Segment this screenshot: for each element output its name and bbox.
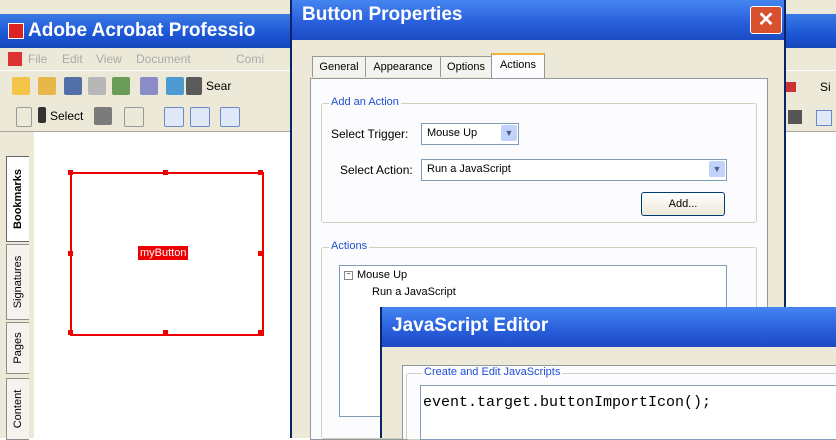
form-field-name-label: myButton xyxy=(138,246,189,260)
javascript-code-area[interactable]: event.target.buttonImportIcon(); xyxy=(420,385,836,440)
chevron-down-icon[interactable]: ▼ xyxy=(709,161,725,177)
print-icon[interactable] xyxy=(88,77,106,95)
dialog-title: Button Properties xyxy=(302,4,463,25)
editor-title: JavaScript Editor xyxy=(392,315,549,336)
menu-file[interactable]: File xyxy=(28,52,47,66)
tree-node-event-label: Mouse Up xyxy=(357,269,408,281)
sign-pen-icon[interactable] xyxy=(786,82,796,92)
fit-page-icon[interactable] xyxy=(190,107,210,127)
resize-handle-se[interactable] xyxy=(258,330,263,335)
actions-group-label: Actions xyxy=(329,240,370,252)
search-label[interactable]: Sear xyxy=(206,79,231,93)
search-binoculars-icon[interactable] xyxy=(186,77,202,95)
sign-label[interactable]: Si xyxy=(820,80,831,94)
email-icon[interactable] xyxy=(140,77,158,95)
resize-handle-n[interactable] xyxy=(163,170,168,175)
tab-options[interactable]: Options xyxy=(440,56,492,77)
trigger-select[interactable]: Mouse Up ▼ xyxy=(421,123,519,145)
create-pdf-icon[interactable] xyxy=(12,77,30,95)
tree-node-action[interactable]: Run a JavaScript xyxy=(372,286,456,298)
edit-javascripts-label: Create and Edit JavaScripts xyxy=(422,366,563,378)
action-select-value: Run a JavaScript xyxy=(427,163,511,175)
tab-bookmarks[interactable]: Bookmarks xyxy=(6,156,29,242)
javascript-editor-dialog: JavaScript Editor Create and Edit JavaSc… xyxy=(380,307,836,440)
trigger-select-value: Mouse Up xyxy=(427,127,478,139)
tree-node-event[interactable]: − Mouse Up xyxy=(344,269,407,281)
open-folder-icon[interactable] xyxy=(38,77,56,95)
menu-edit[interactable]: Edit xyxy=(62,52,83,66)
zoom-in-icon[interactable] xyxy=(124,107,144,127)
toolbar-overflow-right: Si xyxy=(780,70,836,132)
tab-content[interactable]: Content xyxy=(6,378,29,440)
tab-signatures[interactable]: Signatures xyxy=(6,244,29,320)
select-tool-icon[interactable] xyxy=(38,107,46,123)
add-action-group-label: Add an Action xyxy=(329,96,401,108)
javascript-code-text: event.target.buttonImportIcon(); xyxy=(423,394,712,411)
snapshot-icon[interactable] xyxy=(94,107,112,125)
menu-comments[interactable]: Comi xyxy=(236,52,264,66)
tab-appearance[interactable]: Appearance xyxy=(365,56,441,77)
hand-tool-icon[interactable] xyxy=(16,107,32,127)
select-action-label: Select Action: xyxy=(340,163,413,177)
resize-handle-nw[interactable] xyxy=(68,170,73,175)
fit-width-icon[interactable] xyxy=(220,107,240,127)
organizer-icon[interactable] xyxy=(112,77,130,95)
review-icon[interactable] xyxy=(166,77,184,95)
document-menu-icon[interactable] xyxy=(8,52,22,66)
menu-document[interactable]: Document xyxy=(136,52,191,66)
navigation-panel: Bookmarks Signatures Pages Content xyxy=(0,132,35,440)
collapse-icon[interactable]: − xyxy=(344,270,353,280)
menu-view[interactable]: View xyxy=(96,52,122,66)
field-tool-icon[interactable] xyxy=(816,110,832,126)
chevron-down-icon[interactable]: ▼ xyxy=(501,125,517,141)
resize-handle-sw[interactable] xyxy=(68,330,73,335)
tab-pages[interactable]: Pages xyxy=(6,322,29,374)
forms-tool-icon[interactable] xyxy=(788,110,802,124)
editor-title-bar: JavaScript Editor xyxy=(382,307,836,347)
dialog-title-bar: Button Properties ✕ xyxy=(292,0,784,40)
action-select[interactable]: Run a JavaScript ▼ xyxy=(421,159,727,181)
resize-handle-s[interactable] xyxy=(163,330,168,335)
close-icon[interactable]: ✕ xyxy=(750,6,782,34)
resize-handle-e[interactable] xyxy=(258,251,263,256)
app-title: Adobe Acrobat Professio xyxy=(28,20,256,41)
tab-general[interactable]: General xyxy=(312,56,366,77)
resize-handle-w[interactable] xyxy=(68,251,73,256)
add-button[interactable]: Add... xyxy=(641,192,725,216)
actual-size-icon[interactable] xyxy=(164,107,184,127)
tab-actions[interactable]: Actions xyxy=(491,53,545,79)
save-icon[interactable] xyxy=(64,77,82,95)
resize-handle-ne[interactable] xyxy=(258,170,263,175)
acrobat-logo-icon xyxy=(8,23,24,39)
select-tool-label[interactable]: Select xyxy=(50,109,83,123)
select-trigger-label: Select Trigger: xyxy=(331,127,409,141)
